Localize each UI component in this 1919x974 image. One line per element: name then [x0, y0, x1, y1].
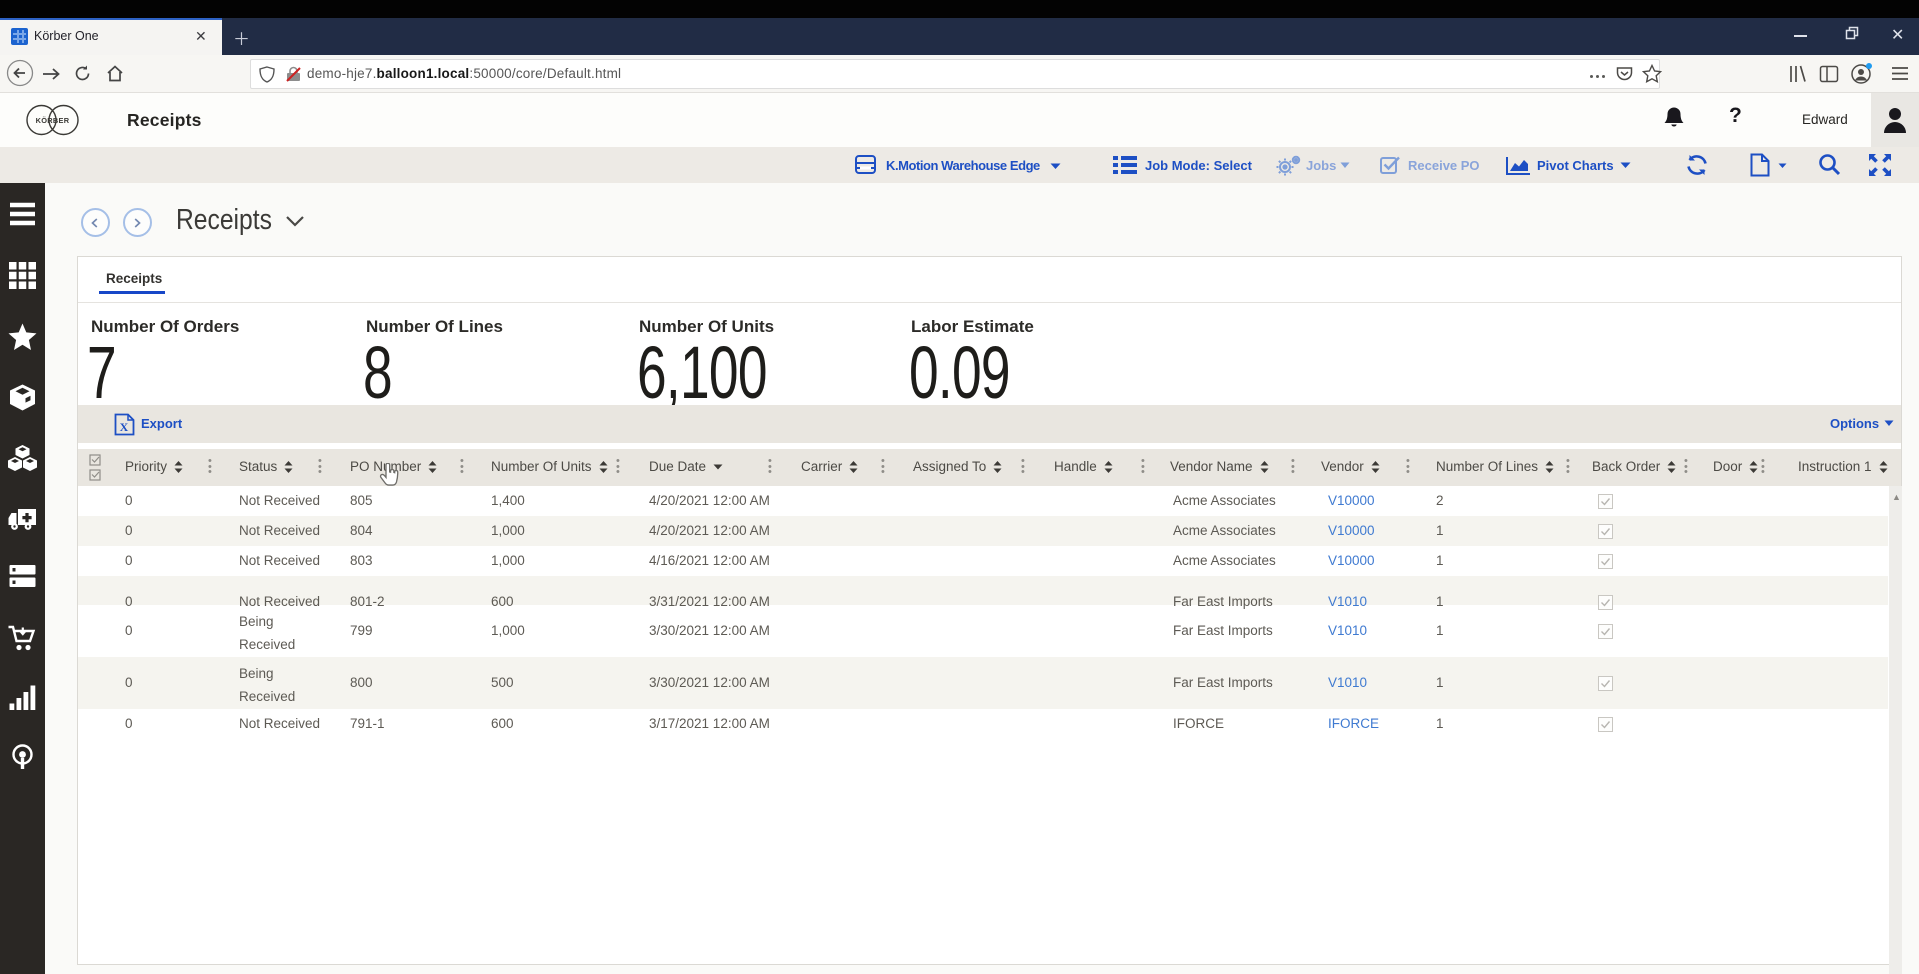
svg-text:X: X	[120, 420, 129, 434]
svg-text:KÖRBER: KÖRBER	[36, 116, 70, 125]
